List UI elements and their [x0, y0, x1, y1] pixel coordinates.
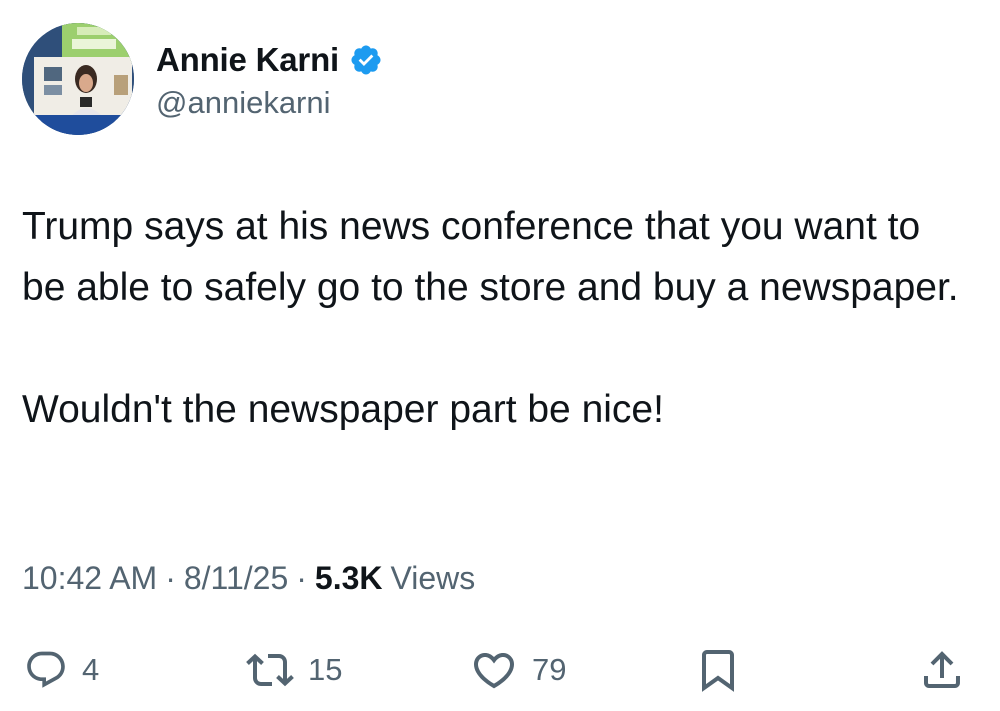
reply-count: 4 — [82, 652, 100, 687]
meta-separator: · — [165, 560, 176, 596]
views-label[interactable]: Views — [391, 560, 476, 597]
views-count[interactable]: 5.3K — [315, 560, 383, 597]
tweet-meta: 10:42 AM · 8/11/25 · 5.3K Views — [22, 560, 475, 597]
name-row: Annie Karni — [156, 37, 383, 83]
bookmark-icon — [694, 646, 742, 694]
tweet-header: Annie Karni @anniekarni — [22, 22, 383, 136]
share-icon — [918, 646, 966, 694]
repost-button[interactable]: 15 — [246, 640, 342, 700]
tweet-time[interactable]: 10:42 AM — [22, 560, 157, 597]
verified-badge-icon[interactable] — [349, 43, 383, 77]
tweet-date[interactable]: 8/11/25 — [184, 560, 288, 597]
reply-button[interactable]: 4 — [24, 640, 99, 700]
like-icon — [470, 646, 518, 694]
like-count: 79 — [532, 652, 567, 687]
share-button[interactable] — [918, 640, 966, 700]
avatar[interactable] — [22, 23, 134, 135]
tweet: Annie Karni @anniekarni Trump says at hi… — [0, 0, 1000, 711]
bookmark-button[interactable] — [694, 640, 742, 700]
meta-separator: · — [296, 560, 307, 596]
author-identity: Annie Karni @anniekarni — [156, 37, 383, 121]
author-display-name[interactable]: Annie Karni — [156, 41, 339, 79]
like-button[interactable]: 79 — [470, 640, 566, 700]
tweet-text: Trump says at his news conference that y… — [22, 205, 959, 431]
repost-icon — [246, 646, 294, 694]
action-bar: 4 15 79 — [0, 640, 1000, 700]
avatar-image — [22, 23, 134, 135]
reply-icon — [24, 648, 68, 692]
repost-count: 15 — [308, 652, 343, 687]
author-handle[interactable]: @anniekarni — [156, 85, 383, 121]
